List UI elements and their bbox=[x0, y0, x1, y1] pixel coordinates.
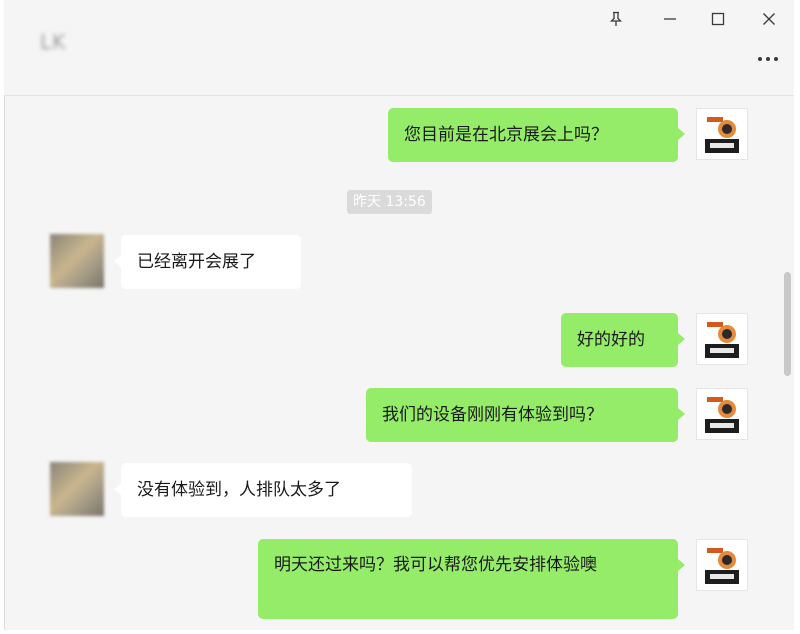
outgoing-message-bubble[interactable]: 明天还过来吗？我可以帮您优先安排体验噢 bbox=[258, 539, 685, 619]
self-avatar[interactable] bbox=[696, 313, 748, 365]
message-list[interactable]: 您目前是在北京展会上吗？ 昨天 13:56 已经离开会展了 好的好的 我们的设备… bbox=[4, 96, 794, 630]
maximize-icon bbox=[711, 12, 725, 26]
chat-window: LK 您目前是在北京展会上吗？ 昨天 13:56 已经离开会展了 好的好的 我们… bbox=[4, 0, 794, 630]
pin-button[interactable] bbox=[601, 6, 631, 32]
contact-avatar[interactable] bbox=[50, 234, 104, 288]
incoming-message-bubble[interactable]: 已经离开会展了 bbox=[114, 235, 301, 289]
self-avatar[interactable] bbox=[696, 108, 748, 160]
self-avatar[interactable] bbox=[696, 388, 748, 440]
outgoing-message-bubble[interactable]: 好的好的 bbox=[561, 313, 685, 367]
minimize-button[interactable] bbox=[655, 6, 685, 32]
chat-header: LK bbox=[4, 0, 794, 96]
timestamp-label: 昨天 13:56 bbox=[347, 190, 432, 214]
pin-icon bbox=[609, 11, 623, 26]
close-icon bbox=[763, 13, 775, 25]
close-button[interactable] bbox=[754, 6, 784, 32]
incoming-message-bubble[interactable]: 没有体验到，人排队太多了 bbox=[114, 463, 412, 517]
more-button[interactable] bbox=[753, 48, 783, 70]
minimize-icon bbox=[664, 18, 676, 20]
outgoing-message-bubble[interactable]: 我们的设备刚刚有体验到吗？ bbox=[366, 388, 685, 442]
avatar-logo-icon bbox=[697, 540, 747, 590]
outgoing-message-bubble[interactable]: 您目前是在北京展会上吗？ bbox=[388, 108, 685, 162]
avatar-logo-icon bbox=[697, 389, 747, 439]
maximize-button[interactable] bbox=[703, 6, 733, 32]
avatar-logo-icon bbox=[697, 314, 747, 364]
contact-name[interactable]: LK bbox=[40, 30, 66, 54]
more-icon bbox=[758, 57, 778, 61]
self-avatar[interactable] bbox=[696, 539, 748, 591]
avatar-logo-icon bbox=[697, 109, 747, 159]
contact-avatar[interactable] bbox=[50, 462, 104, 516]
scrollbar-thumb[interactable] bbox=[784, 272, 791, 376]
